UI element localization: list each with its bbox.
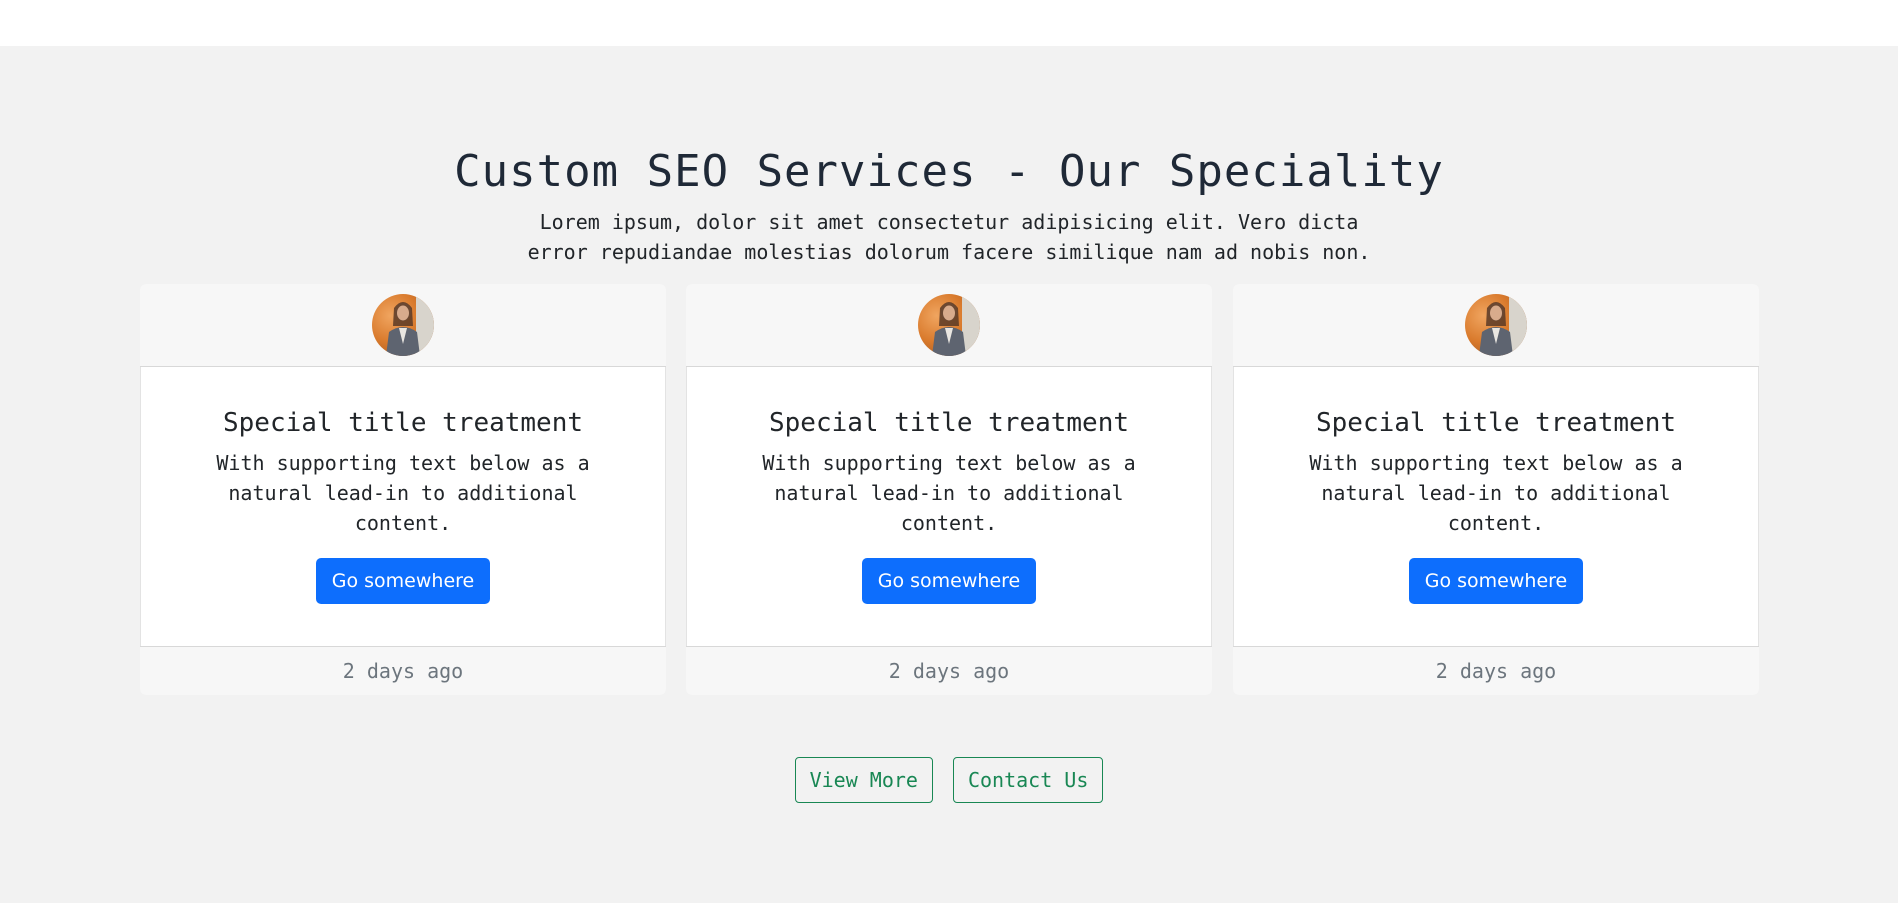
card-title: Special title treatment	[222, 408, 584, 438]
card-text: With supporting text below as a natural …	[216, 451, 590, 535]
card-footer: 2 days ago	[140, 646, 666, 695]
view-more-button[interactable]: View More	[794, 757, 933, 803]
service-card: Special title treatment With supporting …	[1233, 284, 1759, 695]
card-body: Special title treatment With supporting …	[1233, 367, 1759, 604]
card-header	[140, 284, 666, 367]
go-somewhere-button[interactable]: Go somewhere	[1408, 558, 1584, 604]
person-avatar-icon	[386, 294, 434, 356]
person-avatar-icon	[932, 294, 980, 356]
go-somewhere-button[interactable]: Go somewhere	[861, 558, 1037, 604]
services-section: Custom SEO Services - Our Speciality Lor…	[0, 46, 1898, 903]
card-body: Special title treatment With supporting …	[140, 367, 666, 604]
card-title: Special title treatment	[1315, 408, 1677, 438]
section-actions: View More Contact Us	[0, 757, 1898, 803]
avatar	[1465, 294, 1527, 356]
go-somewhere-button[interactable]: Go somewhere	[315, 558, 491, 604]
card-header	[1233, 284, 1759, 367]
card-header	[686, 284, 1212, 367]
service-card: Special title treatment With supporting …	[686, 284, 1212, 695]
section-lead-text: Lorem ipsum, dolor sit amet consectetur …	[527, 210, 1371, 264]
card-text: With supporting text below as a natural …	[1309, 451, 1683, 535]
card-title: Special title treatment	[768, 408, 1130, 438]
avatar	[918, 294, 980, 356]
card-footer: 2 days ago	[686, 646, 1212, 695]
contact-us-button[interactable]: Contact Us	[952, 757, 1104, 803]
person-avatar-icon	[1479, 294, 1527, 356]
service-card: Special title treatment With supporting …	[140, 284, 666, 695]
card-text: With supporting text below as a natural …	[762, 451, 1136, 535]
card-body: Special title treatment With supporting …	[686, 367, 1212, 604]
section-title: Custom SEO Services - Our Speciality	[454, 146, 1444, 197]
card-footer: 2 days ago	[1233, 646, 1759, 695]
avatar	[372, 294, 434, 356]
